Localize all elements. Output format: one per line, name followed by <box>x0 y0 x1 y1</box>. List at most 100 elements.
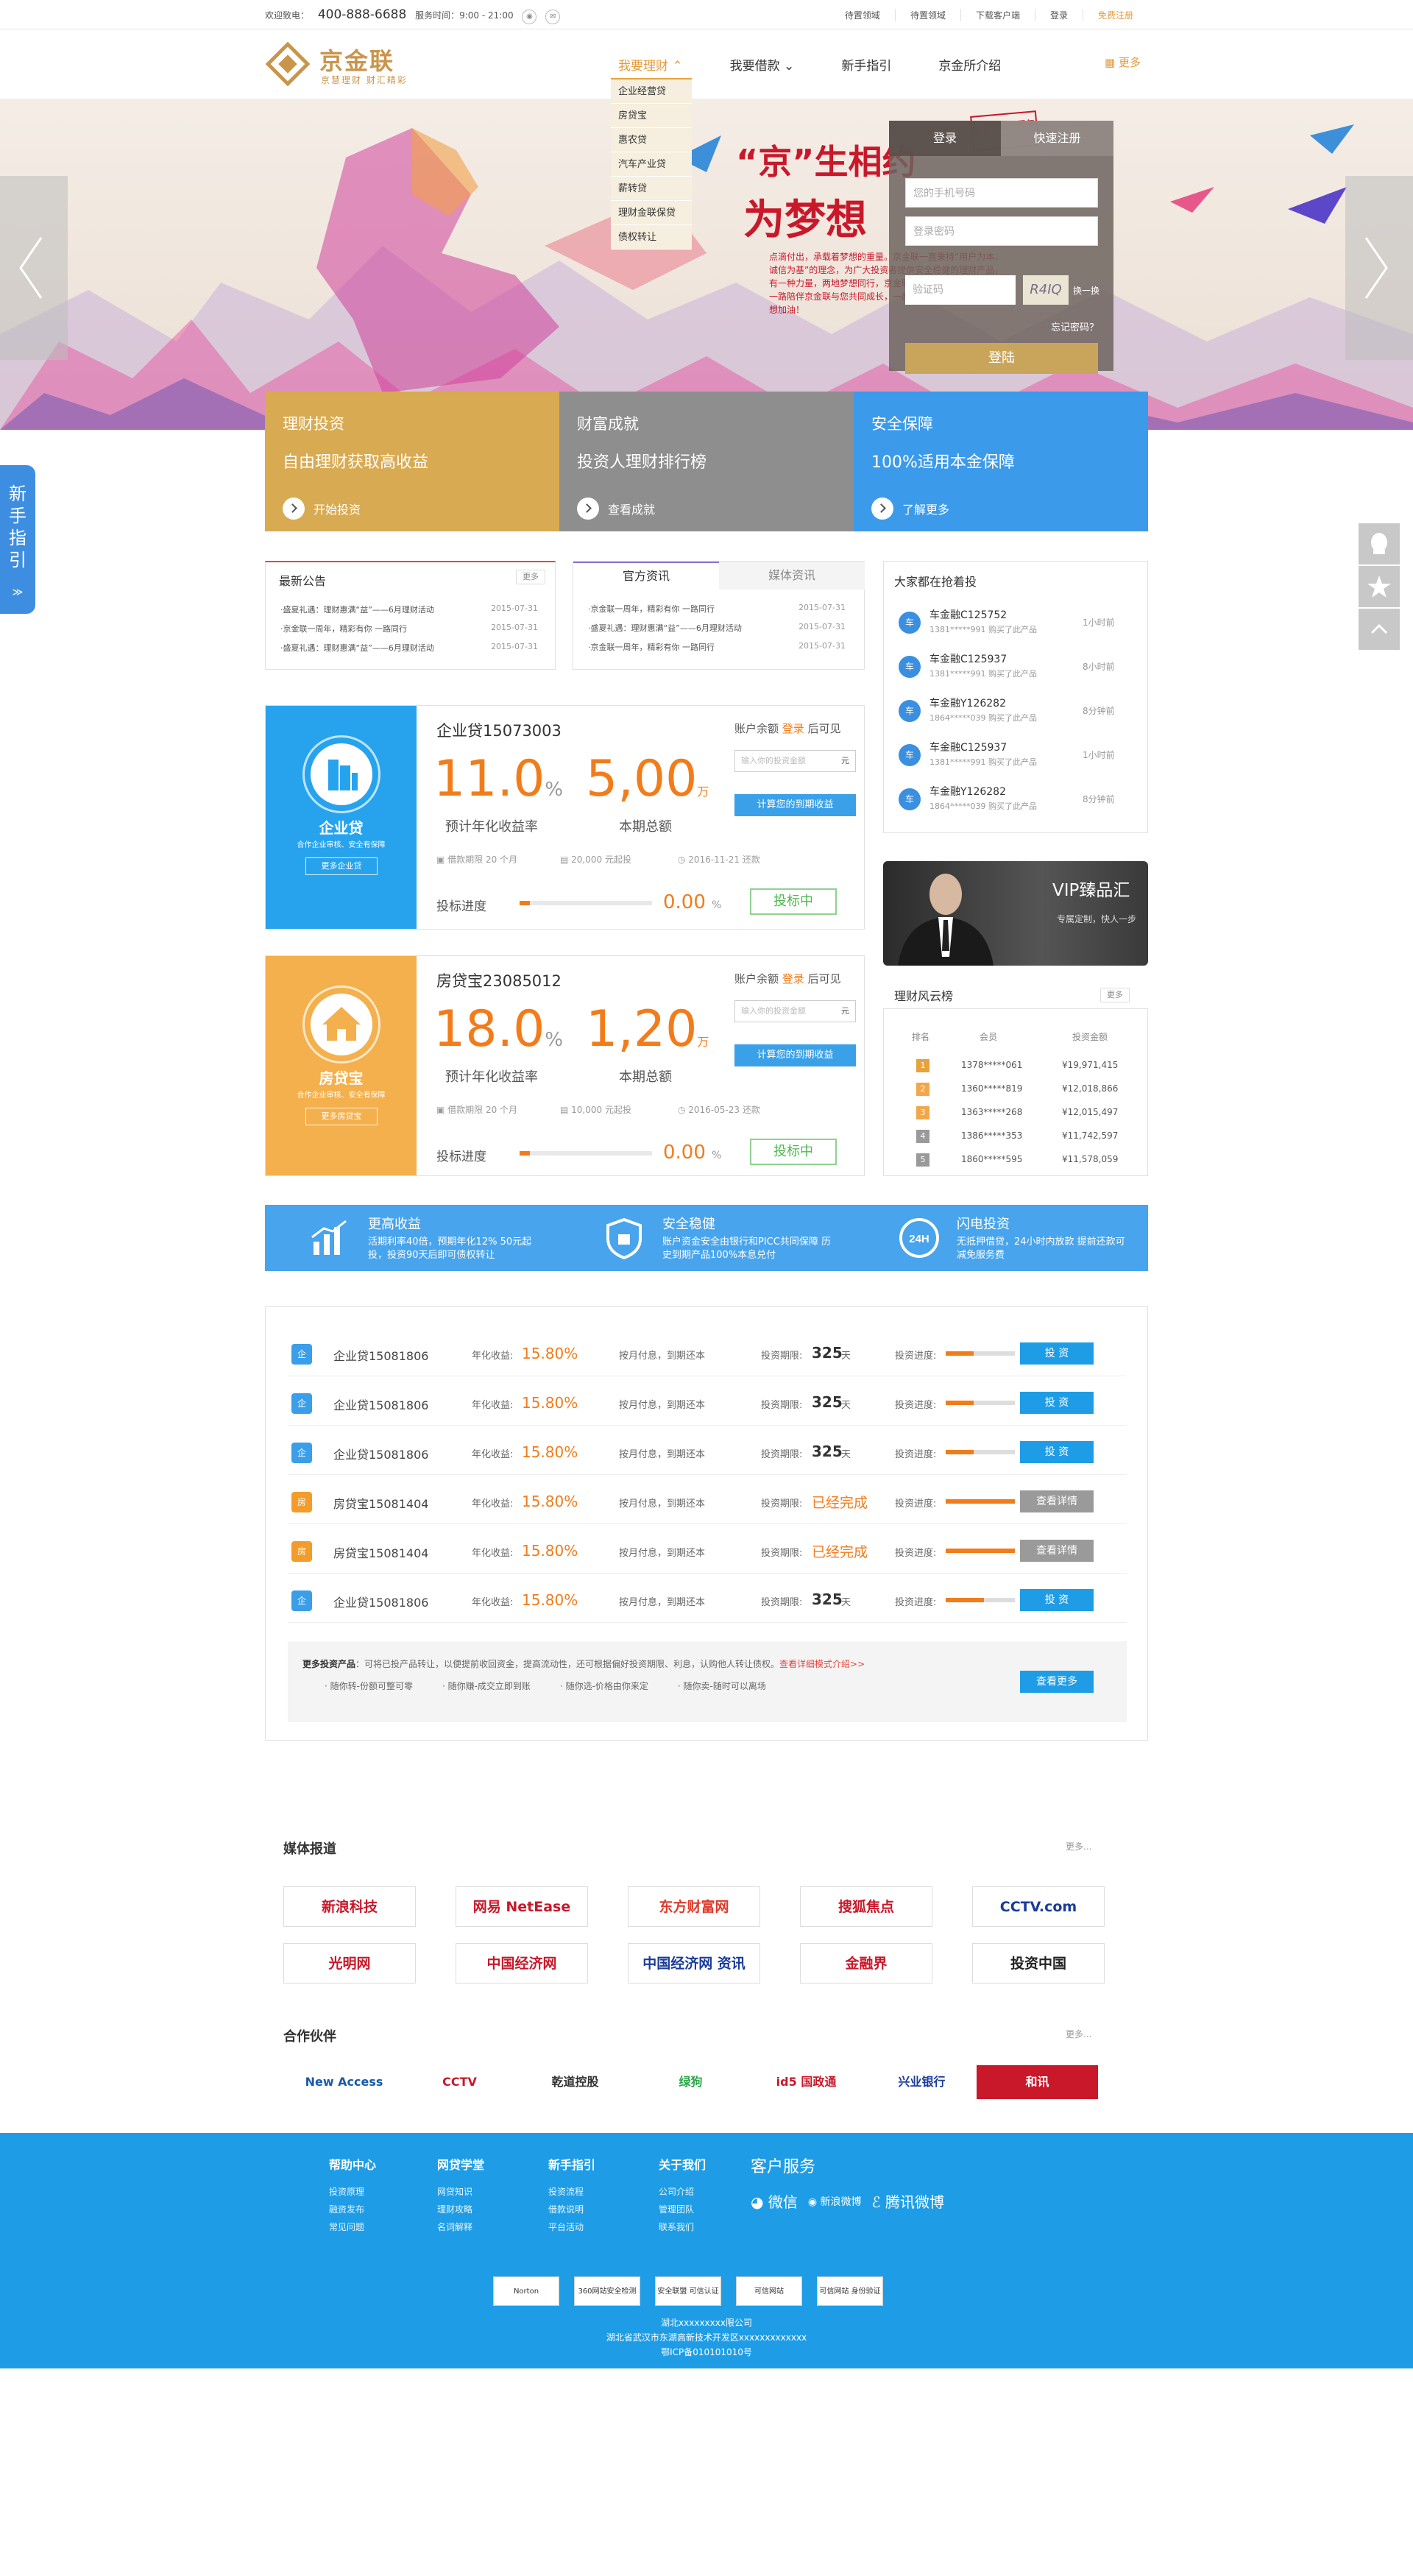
feature-button[interactable]: 了解更多 <box>871 496 949 521</box>
product-name[interactable]: 企业贷15081806 <box>333 1593 428 1610</box>
login-link[interactable]: 登录 <box>782 722 804 735</box>
more-detail-link[interactable]: 查看详细模式介绍>> <box>779 1659 865 1669</box>
media-logo[interactable]: 网易 NetEase <box>456 1886 588 1927</box>
invest-status-button[interactable]: 投标中 <box>750 1139 837 1165</box>
product-name[interactable]: 企业贷15081806 <box>333 1395 428 1413</box>
more-products-button[interactable]: 更多企业贷 <box>305 857 378 875</box>
certificate-badge[interactable]: Norton <box>493 2276 559 2306</box>
weibo-link[interactable]: ◉ 新浪微博 <box>808 2194 862 2209</box>
feature-security[interactable]: 安全保障 100%适用本金保障 了解更多 <box>854 392 1148 531</box>
partner-logo[interactable]: id5 国政通 <box>746 2065 867 2099</box>
partner-logo[interactable]: CCTV <box>399 2065 520 2099</box>
login-submit-button[interactable]: 登陆 <box>905 343 1098 374</box>
row-action-button[interactable]: 查看详情 <box>1020 1490 1094 1512</box>
calculate-button[interactable]: 计算您的到期收益 <box>734 1044 856 1066</box>
product-name[interactable]: 房贷宝15081404 <box>333 1494 428 1512</box>
buyer-row[interactable]: 车 车金融C125937 1381*****991 购买了此产品 1小时前 <box>899 737 1134 778</box>
footer-link[interactable]: 投资流程 <box>548 2183 637 2201</box>
product-title[interactable]: 房贷宝23085012 <box>436 969 562 991</box>
partner-logo[interactable]: 和讯 <box>977 2065 1098 2099</box>
banner-prev-button[interactable] <box>0 176 68 360</box>
more-products-button[interactable]: 更多房贷宝 <box>305 1108 378 1125</box>
row-action-button[interactable]: 投 资 <box>1020 1392 1094 1414</box>
footer-link[interactable]: 网贷知识 <box>437 2183 525 2201</box>
footer-link[interactable]: 联系我们 <box>659 2218 747 2236</box>
favorite-button[interactable] <box>1359 566 1400 607</box>
product-name[interactable]: 企业贷15081806 <box>333 1346 428 1364</box>
row-action-button[interactable]: 投 资 <box>1020 1589 1094 1611</box>
media-more-link[interactable]: 更多... <box>1066 1840 1091 1853</box>
feature-button[interactable]: 开始投资 <box>283 496 361 521</box>
back-to-top-button[interactable] <box>1359 609 1400 650</box>
dropdown-item[interactable]: 薪转贷 <box>611 177 692 201</box>
row-action-button[interactable]: 投 资 <box>1020 1342 1094 1365</box>
login-link[interactable]: 登录 <box>782 972 804 986</box>
product-name[interactable]: 企业贷15081806 <box>333 1445 428 1462</box>
certificate-badge[interactable]: 安全联盟 可信认证 <box>655 2276 721 2306</box>
forgot-password-link[interactable]: 忘记密码？ <box>1051 319 1099 333</box>
register-link[interactable]: 免费注册 <box>1082 8 1148 21</box>
dropdown-item[interactable]: 房贷宝 <box>611 104 692 128</box>
wechat-icon[interactable]: ✉ <box>545 10 561 24</box>
partner-logo[interactable]: New Access <box>283 2065 405 2099</box>
brand-logo[interactable]: 京金联 京慧理财 财汇精彩 <box>265 41 419 87</box>
buyer-row[interactable]: 车 车金融Y126282 1864*****039 购买了此产品 8分钟前 <box>899 781 1134 822</box>
captcha-refresh-link[interactable]: 换一换 <box>1073 284 1099 297</box>
buyer-row[interactable]: 车 车金融C125937 1381*****991 购买了此产品 8小时前 <box>899 648 1134 690</box>
dropdown-item[interactable]: 理财金联保贷 <box>611 201 692 225</box>
dropdown-item[interactable]: 惠农贷 <box>611 128 692 152</box>
tab-login[interactable]: 登录 <box>889 121 1001 156</box>
footer-link[interactable]: 融资发布 <box>329 2201 417 2218</box>
nav-borrow[interactable]: 我要借款 ⌄ <box>730 55 795 74</box>
weibo-icon[interactable]: ◉ <box>522 10 537 24</box>
feature-button[interactable]: 查看成就 <box>577 496 655 521</box>
notice-item[interactable]: ·盛夏礼遇：理财惠满“益”——6月理财活动 2015-07-31 <box>280 642 538 654</box>
rank-more-button[interactable]: 更多 <box>1100 988 1130 1002</box>
media-logo[interactable]: 东方财富网 <box>628 1886 760 1927</box>
dropdown-item[interactable]: 汽车产业贷 <box>611 152 692 177</box>
nav-more[interactable]: ▦ 更多 <box>1105 54 1141 70</box>
newbie-guide-tab[interactable]: 新手指引 ≫ <box>0 465 35 614</box>
media-logo[interactable]: 投资中国 <box>972 1943 1105 1984</box>
nav-invest[interactable]: 我要理财 ⌃ <box>618 55 683 74</box>
invest-amount-input[interactable]: 输入你的投资金额元 <box>734 1000 856 1022</box>
qq-service-button[interactable] <box>1359 523 1400 565</box>
row-action-button[interactable]: 投 资 <box>1020 1441 1094 1463</box>
news-item[interactable]: ·京金联一周年，精彩有你 一路同行 2015-07-31 <box>588 641 846 653</box>
password-input[interactable]: 登录密码 <box>905 216 1098 246</box>
feature-invest[interactable]: 理财投资 自由理财获取高收益 开始投资 <box>265 392 559 531</box>
view-more-button[interactable]: 查看更多 <box>1020 1671 1094 1693</box>
notice-item[interactable]: ·盛夏礼遇：理财惠满“益”——6月理财活动 2015-07-31 <box>280 604 538 615</box>
certificate-badge[interactable]: 可信网站 <box>736 2276 802 2306</box>
footer-link[interactable]: 平台活动 <box>548 2218 637 2236</box>
captcha-input[interactable]: 验证码 <box>905 275 1016 305</box>
wechat-link[interactable]: ◕ 微信 <box>751 2190 798 2212</box>
footer-link[interactable]: 名词解释 <box>437 2218 525 2236</box>
tab-register[interactable]: 快速注册 <box>1001 121 1113 156</box>
notice-more-button[interactable]: 更多 <box>516 570 545 584</box>
media-logo[interactable]: 中国经济网 <box>456 1943 588 1984</box>
media-logo[interactable]: 中国经济网 资讯 <box>628 1943 760 1984</box>
buyer-row[interactable]: 车 车金融C125752 1381*****991 购买了此产品 1小时前 <box>899 604 1134 645</box>
footer-link[interactable]: 理财攻略 <box>437 2201 525 2218</box>
footer-link[interactable]: 管理团队 <box>659 2201 747 2218</box>
nav-guide[interactable]: 新手指引 <box>841 55 891 74</box>
news-item[interactable]: ·盛夏礼遇：理财惠满“益”——6月理财活动 2015-07-31 <box>588 622 846 634</box>
banner-next-button[interactable] <box>1345 176 1413 360</box>
partner-logo[interactable]: 兴业银行 <box>861 2065 982 2099</box>
dropdown-item[interactable]: 企业经营贷 <box>611 79 692 104</box>
vip-banner[interactable]: VIP臻品汇 专属定制，快人一步 <box>883 861 1148 966</box>
footer-link[interactable]: 公司介绍 <box>659 2183 747 2201</box>
footer-link[interactable]: 投资原理 <box>329 2183 417 2201</box>
media-logo[interactable]: 搜狐焦点 <box>800 1886 932 1927</box>
feature-achievement[interactable]: 财富成就 投资人理财排行榜 查看成就 <box>559 392 854 531</box>
partner-logo[interactable]: 乾道控股 <box>514 2065 636 2099</box>
product-title[interactable]: 企业贷15073003 <box>436 719 562 741</box>
media-logo[interactable]: 金融界 <box>800 1943 932 1984</box>
calculate-button[interactable]: 计算您的到期收益 <box>734 794 856 816</box>
media-logo[interactable]: 光明网 <box>283 1943 416 1984</box>
tencent-weibo-link[interactable]: ℰ 腾讯微博 <box>871 2190 943 2212</box>
certificate-badge[interactable]: 可信网站 身份验证 <box>817 2276 883 2306</box>
dropdown-item[interactable]: 债权转让 <box>611 225 692 250</box>
buyer-row[interactable]: 车 车金融Y126282 1864*****039 购买了此产品 8分钟前 <box>899 693 1134 734</box>
